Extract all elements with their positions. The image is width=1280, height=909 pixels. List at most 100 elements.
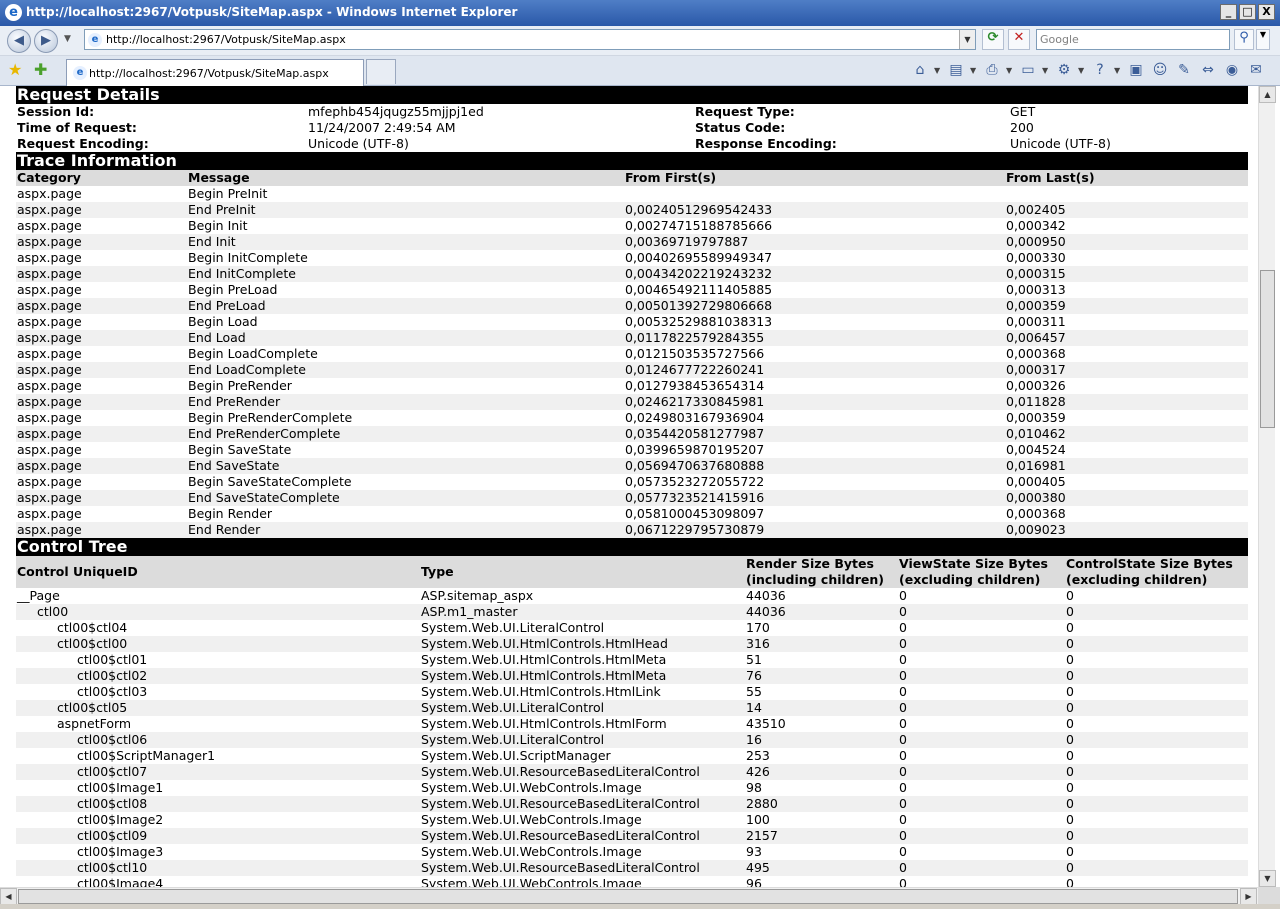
messenger-icon[interactable]: ☺	[1150, 60, 1170, 80]
new-tab-button[interactable]	[366, 59, 396, 84]
control-viewstate-size: 0	[898, 668, 1065, 684]
vertical-scrollbar[interactable]: ▲ ▼	[1258, 86, 1276, 887]
tab-sitemap[interactable]: e http://localhost:2967/Votpusk/SiteMap.…	[66, 59, 364, 86]
control-render-size: 96	[746, 876, 762, 887]
scroll-up-arrow-icon[interactable]: ▲	[1259, 86, 1276, 103]
control-type: System.Web.UI.WebControls.Image	[421, 812, 642, 827]
control-uniqueid: ctl00$ctl06	[16, 732, 420, 748]
globe-icon[interactable]: ◉	[1222, 60, 1242, 80]
trace-from-last: 0,000326	[1006, 378, 1066, 393]
blog-icon[interactable]: ✎	[1174, 60, 1194, 80]
refresh-button[interactable]: ⟳	[982, 29, 1004, 50]
control-type: System.Web.UI.HtmlControls.HtmlHead	[420, 636, 745, 652]
request-details-table: Session Id: mfephb454jqugz55mjjpj1ed Reque…	[16, 104, 1248, 152]
favorites-star-icon[interactable]: ★	[8, 60, 22, 79]
search-button[interactable]: ⚲	[1234, 29, 1254, 50]
control-controlstate-size: 0	[1066, 876, 1074, 887]
maximize-button[interactable]: □	[1239, 4, 1256, 20]
control-controlstate-size: 0	[1065, 732, 1248, 748]
trace-from-last: 0,000311	[1006, 314, 1066, 329]
tools-gear-icon[interactable]: ⚙	[1054, 60, 1074, 80]
home-icon[interactable]: ⌂	[910, 60, 930, 80]
address-bar[interactable]: e http://localhost:2967/Votpusk/SiteMap.…	[84, 29, 976, 50]
trace-category: aspx.page	[16, 330, 187, 346]
request-details-row: Request Encoding: Unicode (UTF-8) Response…	[16, 136, 1248, 152]
vertical-scroll-thumb[interactable]	[1260, 270, 1275, 428]
feeds-dropdown-icon[interactable]: ▼	[970, 66, 978, 75]
control-controlstate-size: 0	[1066, 844, 1074, 859]
control-uniqueid: ctl00	[16, 604, 420, 620]
help-icon[interactable]: ?	[1090, 60, 1110, 80]
control-type: System.Web.UI.HtmlControls.HtmlLink	[421, 684, 661, 699]
page-menu-icon[interactable]: ▭	[1018, 60, 1038, 80]
trace-from-first: 0,00274715188785666	[625, 218, 773, 233]
scroll-left-arrow-icon[interactable]: ◀	[0, 888, 17, 905]
trace-message: End Load	[187, 330, 624, 346]
search-input[interactable]: Google	[1036, 29, 1230, 50]
trace-message: Begin InitComplete	[188, 250, 308, 265]
control-tree-row: ctl00$ctl07 System.Web.UI.ResourceBasedLi…	[16, 764, 1248, 780]
horizontal-scrollbar[interactable]: ◀ ▶	[0, 887, 1258, 905]
tools-dropdown-icon[interactable]: ▼	[1078, 66, 1086, 75]
trace-from-first: 0,0399659870195207	[625, 442, 765, 457]
trace-category: aspx.page	[16, 426, 187, 442]
control-type: ASP.m1_master	[420, 604, 745, 620]
control-viewstate-size: 0	[899, 652, 907, 667]
trace-category: aspx.page	[17, 442, 82, 457]
home-dropdown-icon[interactable]: ▼	[934, 66, 942, 75]
horizontal-scroll-thumb[interactable]	[18, 889, 1238, 904]
control-render-size: 16	[745, 732, 898, 748]
request-details-row: Session Id: mfephb454jqugz55mjjpj1ed Reque…	[16, 104, 1248, 120]
back-button[interactable]: ◀	[7, 29, 31, 53]
trace-message: Begin Render	[188, 506, 273, 521]
print-dropdown-icon[interactable]: ▼	[1006, 66, 1014, 75]
control-render-size: 14	[745, 700, 898, 716]
send-link-icon[interactable]: ⇔	[1198, 60, 1218, 80]
control-viewstate-size: 0	[898, 732, 1065, 748]
trace-from-first: 0,00532529881038313	[625, 314, 773, 329]
close-button[interactable]: X	[1258, 4, 1275, 20]
control-tree-column-headers: Control UniqueID Type Render Size Bytes …	[16, 556, 1248, 588]
control-viewstate-size: 0	[898, 764, 1065, 780]
trace-from-last: 0,000359	[1006, 410, 1066, 425]
address-dropdown-icon[interactable]: ▼	[959, 30, 975, 49]
feeds-icon[interactable]: ▤	[946, 60, 966, 80]
trace-message: End SaveState	[187, 458, 624, 474]
minimize-button[interactable]: _	[1220, 4, 1237, 20]
control-uniqueid: ctl00$ctl10	[16, 860, 420, 876]
trace-message: End PreLoad	[187, 298, 624, 314]
control-tree-row: ctl00$ctl09 System.Web.UI.ResourceBasedLi…	[16, 828, 1248, 844]
help-dropdown-icon[interactable]: ▼	[1114, 66, 1122, 75]
trace-category: aspx.page	[17, 346, 82, 361]
control-render-size: 93	[746, 844, 762, 859]
detail-label: Time of Request:	[17, 120, 137, 135]
control-viewstate-size: 0	[898, 636, 1065, 652]
trace-message: Begin PreRender	[188, 378, 292, 393]
search-options-dropdown-icon[interactable]: ▼	[1256, 29, 1270, 50]
trace-information-header: Trace Information	[16, 152, 1248, 170]
trace-from-last: 0,000330	[1006, 250, 1066, 265]
control-tree-row: ctl00$ctl03 System.Web.UI.HtmlControls.Ht…	[16, 684, 1248, 700]
address-url[interactable]: http://localhost:2967/Votpusk/SiteMap.as…	[106, 33, 346, 46]
research-icon[interactable]: ▣	[1126, 60, 1146, 80]
trace-from-first: 0,00240512969542433	[624, 202, 1005, 218]
page-dropdown-icon[interactable]: ▼	[1042, 66, 1050, 75]
trace-from-first: 0,0569470637680888	[624, 458, 1005, 474]
control-type: System.Web.UI.WebControls.Image	[421, 876, 642, 887]
trace-from-last: 0,000405	[1006, 474, 1066, 489]
control-viewstate-size: 0	[899, 780, 907, 795]
stop-button[interactable]: ✕	[1008, 29, 1030, 50]
scroll-down-arrow-icon[interactable]: ▼	[1259, 870, 1276, 887]
forward-button[interactable]: ▶	[34, 29, 58, 53]
print-icon[interactable]: ⎙	[982, 60, 1002, 80]
control-uniqueid: ctl00$ctl05	[16, 700, 420, 716]
mail-icon[interactable]: ✉	[1246, 60, 1266, 80]
control-controlstate-size: 0	[1065, 764, 1248, 780]
scroll-right-arrow-icon[interactable]: ▶	[1240, 888, 1257, 905]
control-uniqueid: ctl00$ctl08	[16, 796, 420, 812]
trace-message: Begin PreInit	[188, 186, 268, 201]
window-title: http://localhost:2967/Votpusk/SiteMap.as…	[26, 5, 518, 19]
control-controlstate-size: 0	[1065, 860, 1248, 876]
recent-pages-dropdown-icon[interactable]: ▼	[64, 34, 71, 44]
add-favorites-icon[interactable]: ✚	[34, 60, 47, 79]
